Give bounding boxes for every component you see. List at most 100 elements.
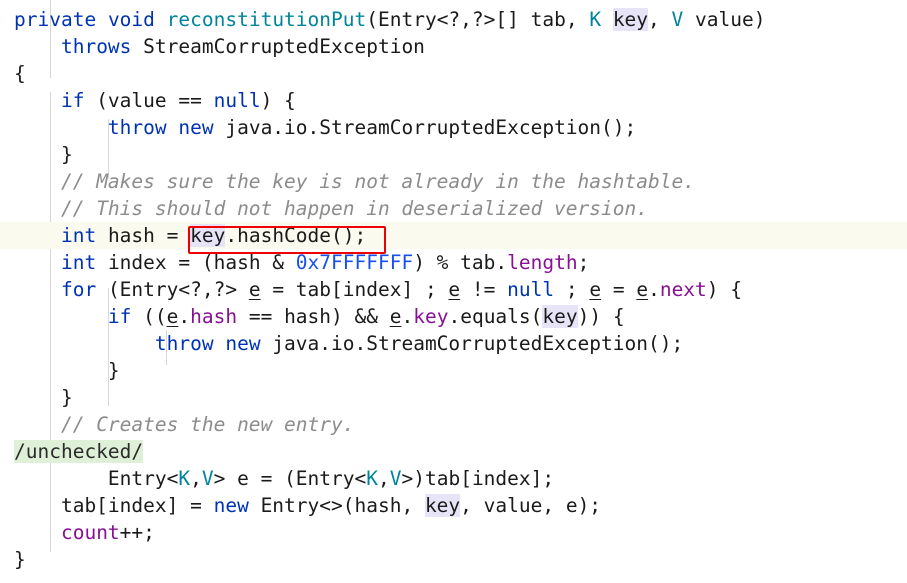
code-token-pln: } <box>14 143 73 166</box>
code-token-pln <box>14 89 61 112</box>
code-token-pln: { <box>14 62 26 85</box>
code-token-pln: (Entry<?,?>[] tab, <box>366 8 590 31</box>
code-token-num: 0x7FFFFFFF <box>295 251 414 274</box>
code-token-usage: key <box>542 305 578 328</box>
code-token-pln <box>14 224 61 247</box>
code-token-pln <box>155 8 167 31</box>
code-token-pln <box>214 332 226 355</box>
code-line[interactable]: /unchecked/ <box>0 438 907 465</box>
code-token-type: K <box>178 467 191 490</box>
code-token-type: V <box>389 467 402 490</box>
code-token-pln: ; <box>577 251 590 274</box>
code-token-kw: if <box>60 89 85 112</box>
code-token-pln: = tab[index] ; <box>260 278 449 301</box>
code-token-pln: java.io.StreamCorruptedException(); <box>260 332 684 355</box>
code-token-type: K <box>366 467 378 490</box>
code-line[interactable]: // Makes sure the key is not already in … <box>0 168 907 195</box>
code-token-pln: Entry<>(hash, <box>248 494 425 517</box>
code-token-pln: (( <box>131 305 167 328</box>
code-line[interactable]: tab[index] = new Entry<>(hash, key, valu… <box>0 492 907 519</box>
code-token-pln: hash = <box>96 224 191 247</box>
code-token-fld: count <box>60 521 120 544</box>
code-editor[interactable]: private void reconstitutionPut(Entry<?,?… <box>0 0 907 583</box>
code-line[interactable]: count++; <box>0 519 907 546</box>
code-token-kw: int <box>60 224 97 247</box>
code-content[interactable]: private void reconstitutionPut(Entry<?,?… <box>0 6 907 573</box>
code-token-pln: (Entry<?,?> <box>96 278 249 301</box>
code-token-pln: index = (hash & <box>96 251 296 274</box>
code-token-pln: ) % tab. <box>413 251 508 274</box>
code-token-kw: int <box>60 251 97 274</box>
code-line[interactable]: } <box>0 357 907 384</box>
code-token-kw: throws <box>60 35 132 58</box>
code-token-pln: == hash) && <box>237 305 390 328</box>
code-token-pln <box>14 170 61 193</box>
code-line[interactable]: for (Entry<?,?> e = tab[index] ; e != nu… <box>0 276 907 303</box>
code-token-fld: key <box>413 305 449 328</box>
code-token-pln: ) { <box>260 89 296 112</box>
code-line[interactable]: } <box>0 384 907 411</box>
code-token-cmt: // This should not happen in deserialize… <box>60 197 648 220</box>
code-line[interactable]: if (value == null) { <box>0 87 907 114</box>
code-line[interactable]: int hash = key.hashCode(); <box>0 222 907 249</box>
code-token-type: V <box>671 8 684 31</box>
code-line[interactable]: { <box>0 60 907 87</box>
code-token-type: V <box>201 467 214 490</box>
code-token-pln: } <box>14 386 73 409</box>
code-token-type: K <box>589 8 602 31</box>
code-token-pln <box>14 332 155 355</box>
code-token-lvar: e <box>389 305 402 328</box>
code-token-kw: for <box>60 278 97 301</box>
code-token-type: reconstitutionPut <box>166 8 367 31</box>
code-line[interactable]: if ((e.hash == hash) && e.key.equals(key… <box>0 303 907 330</box>
code-token-pln: > e = (Entry< <box>213 467 367 490</box>
code-token-pln: , value, e); <box>460 494 602 517</box>
code-line[interactable]: throw new java.io.StreamCorruptedExcepti… <box>0 330 907 357</box>
code-token-pln: = <box>601 278 637 301</box>
code-token-fld: hash <box>190 305 238 328</box>
code-token-pln: java.io.StreamCorruptedException(); <box>213 116 637 139</box>
code-token-pln: ; <box>554 278 590 301</box>
code-token-lvar: e <box>166 305 179 328</box>
code-token-kw: null <box>213 89 261 112</box>
code-token-fld: next <box>659 278 707 301</box>
code-token-lvar: e <box>589 278 602 301</box>
code-token-pln: Entry< <box>14 467 179 490</box>
code-token-pln <box>14 278 61 301</box>
code-line[interactable]: Entry<K,V> e = (Entry<K,V>)tab[index]; <box>0 465 907 492</box>
code-line[interactable]: // Creates the new entry. <box>0 411 907 438</box>
code-token-pln: StreamCorruptedException <box>131 35 425 58</box>
code-line[interactable]: private void reconstitutionPut(Entry<?,?… <box>0 6 907 33</box>
code-token-kw: new <box>213 494 249 517</box>
code-token-kw: null <box>507 278 555 301</box>
code-token-pln: ++; <box>119 521 155 544</box>
code-token-kw: new <box>225 332 261 355</box>
code-token-lvar: e <box>636 278 649 301</box>
code-token-pln: value) <box>683 8 766 31</box>
code-token-pln <box>14 413 61 436</box>
code-token-pln: } <box>14 548 26 571</box>
code-token-usage: key <box>190 224 226 247</box>
code-token-kw: new <box>178 116 214 139</box>
code-token-pln: ) { <box>706 278 743 301</box>
code-token-pln <box>14 305 108 328</box>
code-line[interactable]: } <box>0 141 907 168</box>
code-token-pln: (value == <box>84 89 214 112</box>
code-token-pln: , <box>190 467 202 490</box>
code-token-lvar: e <box>448 278 461 301</box>
code-token-pln: , <box>648 8 672 31</box>
code-token-pln: >)tab[index]; <box>401 467 555 490</box>
code-token-kw: void <box>107 8 155 31</box>
code-token-usage: key <box>424 494 461 517</box>
code-token-kw: if <box>107 305 132 328</box>
code-token-pln: . <box>178 305 191 328</box>
code-line[interactable]: throw new java.io.StreamCorruptedExcepti… <box>0 114 907 141</box>
code-line[interactable]: // This should not happen in deserialize… <box>0 195 907 222</box>
code-token-pln: . <box>648 278 660 301</box>
code-token-pln <box>14 251 61 274</box>
code-token-pln: , <box>378 467 390 490</box>
code-line[interactable]: throws StreamCorruptedException <box>0 33 907 60</box>
code-token-cmt: // Makes sure the key is not already in … <box>60 170 695 193</box>
code-line[interactable]: int index = (hash & 0x7FFFFFFF) % tab.le… <box>0 249 907 276</box>
code-line[interactable]: } <box>0 546 907 573</box>
